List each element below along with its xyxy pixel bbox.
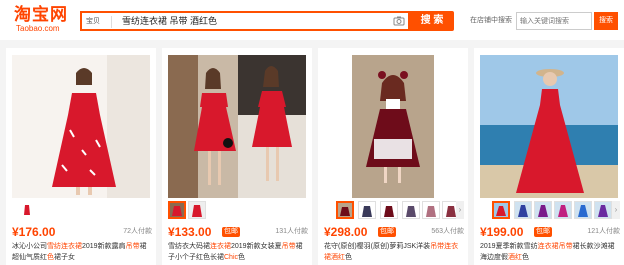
- thumbnail-strip: ›: [478, 201, 620, 223]
- next-column-edge: [620, 48, 624, 265]
- price: ¥298.00: [324, 225, 368, 239]
- logo-text-cn: 淘宝网: [14, 5, 68, 24]
- thumbnail[interactable]: [492, 201, 510, 219]
- thumbnail-strip: [10, 201, 152, 223]
- title-text: 裙子女: [54, 254, 75, 261]
- title-highlight: 酒红: [508, 254, 522, 261]
- search-box: 宝贝: [80, 11, 410, 31]
- thumbnail[interactable]: [188, 201, 206, 219]
- thumbnail[interactable]: [514, 201, 532, 219]
- free-shipping-badge: 包邮: [378, 227, 396, 237]
- product-image[interactable]: [12, 55, 150, 198]
- title-text: 2019新款露肩: [82, 243, 126, 250]
- price-row: ¥298.00 包邮 563人付款: [324, 225, 464, 239]
- title-text: 色: [238, 254, 246, 261]
- title-text: 雪纺衣大码裙: [168, 243, 210, 250]
- title-highlight: 吊带: [125, 243, 140, 250]
- thumbnail[interactable]: [168, 201, 186, 219]
- sold-count: 563人付款: [431, 228, 464, 235]
- thumbnail-next-arrow[interactable]: ›: [612, 201, 620, 219]
- thumbnail-next-arrow[interactable]: ›: [456, 201, 464, 219]
- sold-count: 121人付款: [587, 228, 620, 235]
- camera-icon[interactable]: [393, 15, 405, 27]
- product-title[interactable]: 2019夏季新款雪纺连衣裙吊带裙长款沙滩裙海边度假酒红色: [480, 241, 620, 263]
- title-highlight: 酒红: [331, 254, 345, 261]
- product-card[interactable]: ¥133.00 包邮 131人付款 雪纺衣大码裙连衣裙2019新款女装夏吊带裙子…: [162, 48, 312, 265]
- taobao-logo[interactable]: 淘宝网 Taobao.com: [14, 6, 74, 36]
- title-text: 2019夏季新款雪纺: [480, 243, 538, 250]
- price: ¥133.00: [168, 225, 212, 239]
- shop-search-label: 在店铺中搜索: [470, 17, 512, 24]
- title-text: 2019新款女装夏: [231, 243, 282, 250]
- title-text: 冰沁小公司: [12, 243, 47, 250]
- logo-text-en: Taobao.com: [16, 24, 60, 33]
- free-shipping-badge: 包邮: [222, 227, 240, 237]
- shop-search-input[interactable]: [516, 12, 592, 30]
- thumbnail-strip: [166, 201, 308, 223]
- product-card[interactable]: › ¥199.00 包邮 121人付款 2019夏季新款雪纺连衣裙吊带裙长款沙滩…: [474, 48, 624, 265]
- price-row: ¥199.00 包邮 121人付款: [480, 225, 620, 239]
- thumbnail[interactable]: [336, 201, 354, 219]
- search-button[interactable]: 搜 索: [410, 11, 454, 31]
- sold-count: 72人付款: [123, 228, 152, 235]
- product-image[interactable]: [168, 55, 306, 198]
- price-row: ¥133.00 包邮 131人付款: [168, 225, 308, 239]
- product-title[interactable]: 雪纺衣大码裙连衣裙2019新款女装夏吊带裙子小个子红色长裙Chic色: [168, 241, 308, 263]
- price: ¥199.00: [480, 225, 524, 239]
- thumbnail[interactable]: [358, 201, 376, 219]
- title-highlight: 吊带: [281, 243, 296, 250]
- thumbnail[interactable]: [380, 201, 398, 219]
- title-highlight: Chic: [224, 254, 239, 261]
- search-input[interactable]: [122, 13, 392, 29]
- search-category-tab[interactable]: 宝贝: [86, 16, 112, 28]
- thumbnail[interactable]: [554, 201, 572, 219]
- title-highlight: 色: [47, 254, 54, 261]
- product-card[interactable]: › ¥298.00 包邮 563人付款 花守(原创)樱羽(原创)萝莉JSK洋装吊…: [318, 48, 468, 265]
- thumbnail[interactable]: [24, 201, 30, 219]
- thumbnail[interactable]: [402, 201, 420, 219]
- price: ¥176.00: [12, 225, 56, 239]
- product-title[interactable]: 冰沁小公司雪纺连衣裙2019新款露肩吊带裙超仙气质红色裙子女: [12, 241, 152, 263]
- title-text: 色: [522, 254, 529, 261]
- title-text: 色: [345, 254, 352, 261]
- free-shipping-badge: 包邮: [534, 227, 552, 237]
- sold-count: 131人付款: [275, 228, 308, 235]
- title-highlight: 雪纺连衣裙: [47, 243, 82, 250]
- product-image[interactable]: [480, 55, 618, 198]
- product-title[interactable]: 花守(原创)樱羽(原创)萝莉JSK洋装吊带连衣裙酒红色: [324, 241, 464, 263]
- thumbnail[interactable]: [574, 201, 592, 219]
- title-highlight: 连衣裙吊带: [537, 243, 573, 250]
- product-card[interactable]: ¥176.00 72人付款 冰沁小公司雪纺连衣裙2019新款露肩吊带裙超仙气质红…: [6, 48, 156, 265]
- shop-search-button[interactable]: 搜索: [594, 12, 618, 30]
- header-bar: 淘宝网 Taobao.com 宝贝 搜 索 在店铺中搜索 搜索: [0, 0, 624, 40]
- thumbnail[interactable]: [534, 201, 552, 219]
- thumbnail-strip: ›: [322, 201, 464, 223]
- product-image[interactable]: [324, 55, 462, 198]
- price-row: ¥176.00 72人付款: [12, 225, 152, 239]
- thumbnail[interactable]: [594, 201, 612, 219]
- title-text: 花守(原创)樱羽(原创)萝莉JSK洋装: [324, 243, 431, 250]
- thumbnail[interactable]: [422, 201, 440, 219]
- title-highlight: 连衣裙: [210, 243, 231, 250]
